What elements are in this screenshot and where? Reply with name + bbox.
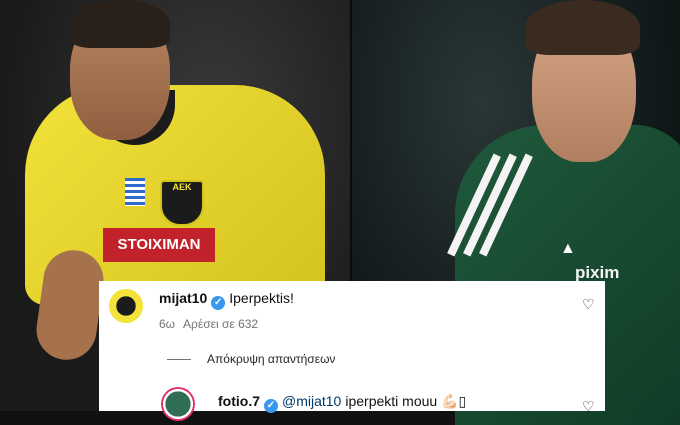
reply-line: fotio.7 ✓ @mijat10 iperpekti mouu 💪🏻▯ xyxy=(218,393,466,413)
heart-icon[interactable]: ♡ xyxy=(582,399,595,413)
comment-line: mijat10 ✓ Iperpektis! xyxy=(159,290,294,310)
greek-flag-icon xyxy=(125,178,145,206)
comment-meta: 6ω Αρέσει σε 632 xyxy=(159,317,258,331)
reply-text: iperpekti mouu 💪🏻▯ xyxy=(345,393,467,409)
comment-text: Iperpektis! xyxy=(229,290,294,306)
avatar[interactable] xyxy=(109,289,143,323)
comment-age: 6ω xyxy=(159,317,176,331)
right-sponsor-logo: pixim xyxy=(575,263,620,282)
adidas-logo-icon: ▲ xyxy=(560,240,576,257)
aek-crest-text: ΑΕΚ xyxy=(172,182,192,192)
left-sponsor-logo: STOIXIMAN xyxy=(103,228,215,262)
heart-icon[interactable]: ♡ xyxy=(582,297,595,311)
comment-likes[interactable]: Αρέσει σε 632 xyxy=(183,317,258,331)
reply-username[interactable]: fotio.7 xyxy=(218,393,260,409)
hide-replies-line xyxy=(167,359,191,360)
right-player-hair xyxy=(525,0,640,55)
left-player-hair xyxy=(70,0,170,48)
comment-username[interactable]: mijat10 xyxy=(159,290,207,306)
reply-mention[interactable]: @mijat10 xyxy=(282,393,341,409)
avatar[interactable] xyxy=(161,387,195,421)
verified-badge-icon: ✓ xyxy=(211,296,226,310)
comment-card: mijat10 ✓ Iperpektis! 6ω Αρέσει σε 632 ♡ Απ… xyxy=(99,281,605,421)
hide-replies-button[interactable]: Απόκρυψη απαντήσεων xyxy=(207,352,335,366)
